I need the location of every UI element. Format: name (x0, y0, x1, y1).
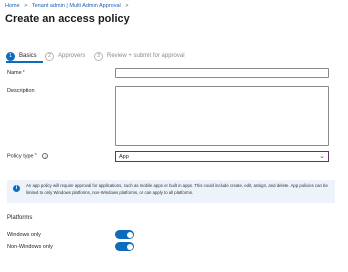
step-review-submit[interactable]: 3 Review + submit for approval (94, 51, 185, 61)
breadcrumb: Home > Tenant admin | Multi Admin Approv… (5, 3, 131, 9)
description-label: Description (7, 88, 35, 94)
more-options-icon[interactable]: ··· (120, 12, 131, 22)
info-message-bar: i An app policy will require approval fo… (7, 180, 335, 203)
required-mark: * (34, 153, 37, 160)
required-mark: * (22, 70, 25, 76)
breadcrumb-separator: > (125, 3, 129, 9)
step-number-badge: 3 (94, 51, 103, 61)
info-message-text: An app policy will require approval for … (26, 183, 328, 195)
breadcrumb-separator: > (24, 3, 28, 9)
step-label: Review + submit for approval (107, 53, 185, 59)
toggle-knob (126, 231, 133, 238)
name-input[interactable] (115, 68, 329, 78)
active-step-indicator (6, 61, 43, 63)
policy-type-select[interactable]: App ⌄ (115, 151, 329, 162)
name-label-text: Name (7, 70, 22, 76)
non-windows-only-toggle[interactable] (115, 242, 134, 251)
non-windows-only-label: Non-Windows only (7, 244, 53, 250)
step-number-badge: 1 (6, 51, 15, 61)
step-label: Approvers (58, 53, 86, 59)
description-textarea[interactable] (115, 86, 329, 146)
step-number-badge: 2 (45, 51, 54, 61)
chevron-down-icon: ⌄ (319, 153, 325, 160)
name-label: Name* (7, 70, 25, 76)
toggle-knob (126, 243, 133, 250)
policy-type-label-text: Policy type (7, 153, 34, 160)
info-icon: i (13, 185, 20, 192)
breadcrumb-home-link[interactable]: Home (5, 3, 20, 9)
breadcrumb-multi-admin-approval-link[interactable]: Tenant admin | Multi Admin Approval (32, 3, 121, 9)
windows-only-toggle[interactable] (115, 230, 134, 239)
page-title: Create an access policy (5, 13, 130, 25)
policy-type-selected-value: App (119, 153, 129, 160)
step-label: Basics (19, 53, 37, 59)
policy-type-label: Policy type* i (7, 153, 49, 160)
windows-only-label: Windows only (7, 232, 41, 238)
step-basics[interactable]: 1 Basics (6, 51, 37, 61)
info-icon[interactable]: i (42, 153, 49, 159)
step-approvers[interactable]: 2 Approvers (45, 51, 85, 61)
platforms-heading: Platforms (7, 215, 33, 221)
